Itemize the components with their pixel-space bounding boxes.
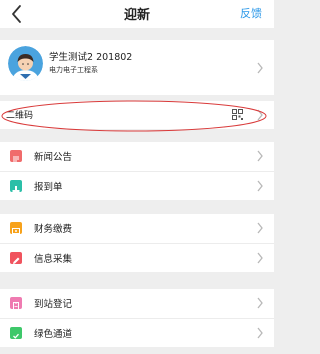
top-navbar: 迎新 反馈 (0, 0, 274, 28)
menu-item-payment[interactable]: 财务缴费 (0, 214, 274, 243)
chevron-right-icon (257, 62, 263, 74)
menu-group-1: 新闻公告 报到单 (0, 142, 274, 200)
chevron-right-icon (257, 327, 263, 339)
qr-code-row[interactable]: 二维码 (0, 101, 274, 129)
menu-item-label: 到站登记 (34, 299, 73, 310)
menu-item-label: 绿色通道 (34, 329, 73, 340)
page-title: 迎新 (123, 8, 150, 23)
chevron-right-icon (257, 180, 263, 192)
chevron-right-icon (257, 109, 263, 121)
checkin-form-icon (10, 180, 22, 193)
qr-code-label: 二维码 (6, 111, 34, 121)
chevron-right-icon (257, 252, 263, 264)
qr-code-icon (232, 109, 243, 120)
avatar (8, 46, 43, 81)
menu-item-edit[interactable]: 信息采集 (0, 243, 274, 272)
menu-item-label: 报到单 (34, 182, 63, 193)
chevron-right-icon (257, 150, 263, 162)
menu-item-news[interactable]: 新闻公告 (0, 142, 274, 171)
payment-icon (10, 222, 22, 234)
student-department: 电力电子工程系 (49, 66, 98, 74)
menu-item-label: 财务缴费 (34, 224, 73, 235)
student-avatar-icon (8, 46, 43, 81)
feedback-link[interactable]: 反馈 (240, 5, 262, 21)
menu-group-3: 到站登记 绿色通道 (0, 289, 274, 347)
chevron-right-icon (257, 297, 263, 309)
menu-item-green-channel[interactable]: 绿色通道 (0, 318, 274, 347)
menu-group-2: 财务缴费 信息采集 (0, 214, 274, 272)
menu-item-label: 新闻公告 (34, 152, 73, 163)
menu-item-checkin-form[interactable]: 报到单 (0, 171, 274, 200)
edit-icon (10, 252, 22, 264)
news-icon (10, 150, 22, 162)
clipboard-icon (10, 297, 22, 310)
profile-card[interactable]: 学生测试2 201802 电力电子工程系 (0, 40, 274, 95)
green-channel-icon (10, 327, 22, 339)
menu-item-label: 信息采集 (34, 254, 73, 265)
chevron-right-icon (257, 222, 263, 234)
student-name-id: 学生测试2 201802 (49, 52, 133, 63)
menu-item-clipboard[interactable]: 到站登记 (0, 289, 274, 318)
